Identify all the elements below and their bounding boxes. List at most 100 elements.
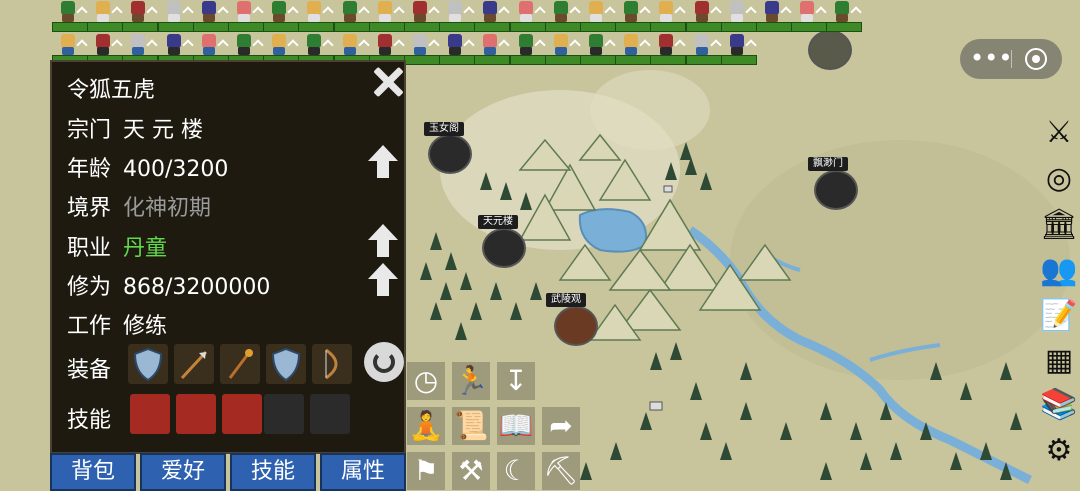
roster-disciple-sprite[interactable] <box>615 33 652 65</box>
sprite-name-tag <box>404 55 440 65</box>
roster-disciple-sprite[interactable] <box>192 33 229 65</box>
clock-icon[interactable]: ◷ <box>407 362 445 400</box>
close-icon[interactable] <box>370 64 406 100</box>
roster-disciple-sprite[interactable] <box>87 0 124 32</box>
locate-icon[interactable]: ◎ <box>1040 160 1078 198</box>
roster-disciple-sprite[interactable] <box>756 0 792 32</box>
equip-slot-shield-icon[interactable] <box>128 344 168 384</box>
roster-disciple-sprite[interactable] <box>720 33 757 65</box>
sprite-body <box>378 47 391 55</box>
sect-piaomiao-building[interactable] <box>814 170 858 210</box>
roster-disciple-sprite[interactable] <box>791 0 828 32</box>
equip-slot-bow-icon[interactable] <box>312 344 352 384</box>
roster-disciple-sprite[interactable] <box>685 33 722 65</box>
age-upgrade-arrow-icon[interactable] <box>368 145 398 179</box>
miniprogram-capsule: ••• <box>960 39 1062 79</box>
roster-disciple-sprite[interactable] <box>228 0 264 32</box>
roster-disciple-sprite[interactable] <box>580 0 616 32</box>
read-icon[interactable]: 📖 <box>497 407 535 445</box>
roster-disciple-sprite[interactable] <box>474 0 511 32</box>
roster-disciple-sprite[interactable] <box>720 0 757 32</box>
roster-disciple-sprite[interactable] <box>87 33 124 65</box>
save-icon[interactable]: ↧ <box>497 362 535 400</box>
sect-yunv-building[interactable] <box>428 134 472 174</box>
roster-disciple-sprite[interactable] <box>228 33 264 65</box>
sprite-body <box>625 14 638 22</box>
roster-disciple-sprite[interactable] <box>192 0 229 32</box>
roster-disciple-sprite[interactable] <box>368 0 405 32</box>
tab-skills[interactable]: 技能 <box>230 453 316 491</box>
roster-disciple-sprite[interactable] <box>509 0 546 32</box>
skill-book-3-icon[interactable] <box>222 394 262 434</box>
roster-disciple-sprite[interactable] <box>368 33 405 65</box>
roster-disciple-sprite[interactable] <box>333 33 370 65</box>
skill-book-2-icon[interactable] <box>176 394 216 434</box>
pickaxe-icon[interactable]: ⛏ <box>542 452 580 490</box>
temple-icon[interactable]: 🏛 <box>1040 206 1078 244</box>
skill-slot-empty-2[interactable] <box>310 394 350 434</box>
work-row: 工作 修练 <box>67 308 167 340</box>
roster-disciple-sprite[interactable] <box>650 0 687 32</box>
roster-disciple-sprite[interactable] <box>580 33 616 65</box>
sprite-body <box>62 47 74 55</box>
upgrade-arrow-icon <box>287 39 299 51</box>
skill-book-1-icon[interactable] <box>130 394 170 434</box>
roster-disciple-sprite[interactable] <box>333 0 370 32</box>
skill-slot-empty-1[interactable] <box>264 394 304 434</box>
roster-disciple-sprite[interactable] <box>52 33 88 65</box>
meditate-icon[interactable]: 🧘 <box>407 407 445 445</box>
run-icon[interactable]: 🏃 <box>452 362 490 400</box>
tab-hobbies[interactable]: 爱好 <box>140 453 226 491</box>
scroll-icon[interactable]: 📜 <box>452 407 490 445</box>
upgrade-arrow-icon <box>217 6 229 18</box>
crossed-swords-icon[interactable]: ⚔ <box>1040 114 1078 152</box>
character-panel: 令狐五虎 宗门天 元 楼 年龄 400/3200 境界 化神初期 职业 丹童 修为 86… <box>50 60 406 454</box>
roster-disciple-sprite[interactable] <box>122 0 159 32</box>
roster-disciple-sprite[interactable] <box>439 0 476 32</box>
roster-disciple-sprite[interactable] <box>439 33 476 65</box>
share-icon[interactable]: ➦ <box>542 407 580 445</box>
refresh-icon[interactable] <box>364 342 404 382</box>
cauldron-icon[interactable]: ⚑ <box>407 452 445 490</box>
equip-slot-shield2-icon[interactable] <box>266 344 306 384</box>
target-icon[interactable] <box>1024 47 1048 71</box>
roster-disciple-sprite[interactable] <box>685 0 722 32</box>
equip-slot-staff-icon[interactable] <box>220 344 260 384</box>
roster-disciple-sprite[interactable] <box>650 33 687 65</box>
hammer-icon[interactable]: ⚒ <box>452 452 490 490</box>
roster-disciple-sprite[interactable] <box>263 33 300 65</box>
sect-tianyuan-building[interactable] <box>482 228 526 268</box>
sect-value: 天 元 楼 <box>123 118 204 143</box>
roster-disciple-sprite[interactable] <box>157 33 194 65</box>
roster-disciple-sprite[interactable] <box>263 0 300 32</box>
roster-disciple-sprite[interactable] <box>298 0 335 32</box>
upgrade-arrow-icon <box>850 6 863 18</box>
upgrade-arrow-icon <box>745 39 757 51</box>
job-upgrade-arrow-icon[interactable] <box>368 224 398 258</box>
gear-icon[interactable]: ⚙ <box>1040 432 1078 470</box>
sect-wuling-building[interactable] <box>554 306 598 346</box>
roster-disciple-sprite[interactable] <box>52 0 88 32</box>
roster-disciple-sprite[interactable] <box>544 0 581 32</box>
people-icon[interactable]: 👥 <box>1040 252 1078 290</box>
cultivation-upgrade-arrow-icon[interactable] <box>368 263 398 297</box>
roster-disciple-sprite[interactable] <box>474 33 511 65</box>
roster-disciple-sprite[interactable] <box>122 33 159 65</box>
roster-disciple-sprite[interactable] <box>544 33 581 65</box>
tab-attributes[interactable]: 属性 <box>320 453 406 491</box>
roster-disciple-sprite[interactable] <box>826 0 863 32</box>
sprite-name-tag <box>439 22 476 32</box>
sickle-icon[interactable]: ☾ <box>497 452 535 490</box>
roster-disciple-sprite[interactable] <box>404 0 440 32</box>
chest-icon[interactable]: ▦ <box>1040 342 1078 380</box>
roster-disciple-sprite[interactable] <box>509 33 546 65</box>
roster-disciple-sprite[interactable] <box>157 0 194 32</box>
tab-backpack[interactable]: 背包 <box>50 453 136 491</box>
books-icon[interactable]: 📚 <box>1040 386 1078 424</box>
roster-disciple-sprite[interactable] <box>615 0 652 32</box>
list-icon[interactable]: 📝 <box>1040 297 1078 335</box>
more-dots-icon[interactable]: ••• <box>970 41 1012 77</box>
equip-slot-spear-icon[interactable] <box>174 344 214 384</box>
roster-disciple-sprite[interactable] <box>298 33 335 65</box>
roster-disciple-sprite[interactable] <box>404 33 440 65</box>
